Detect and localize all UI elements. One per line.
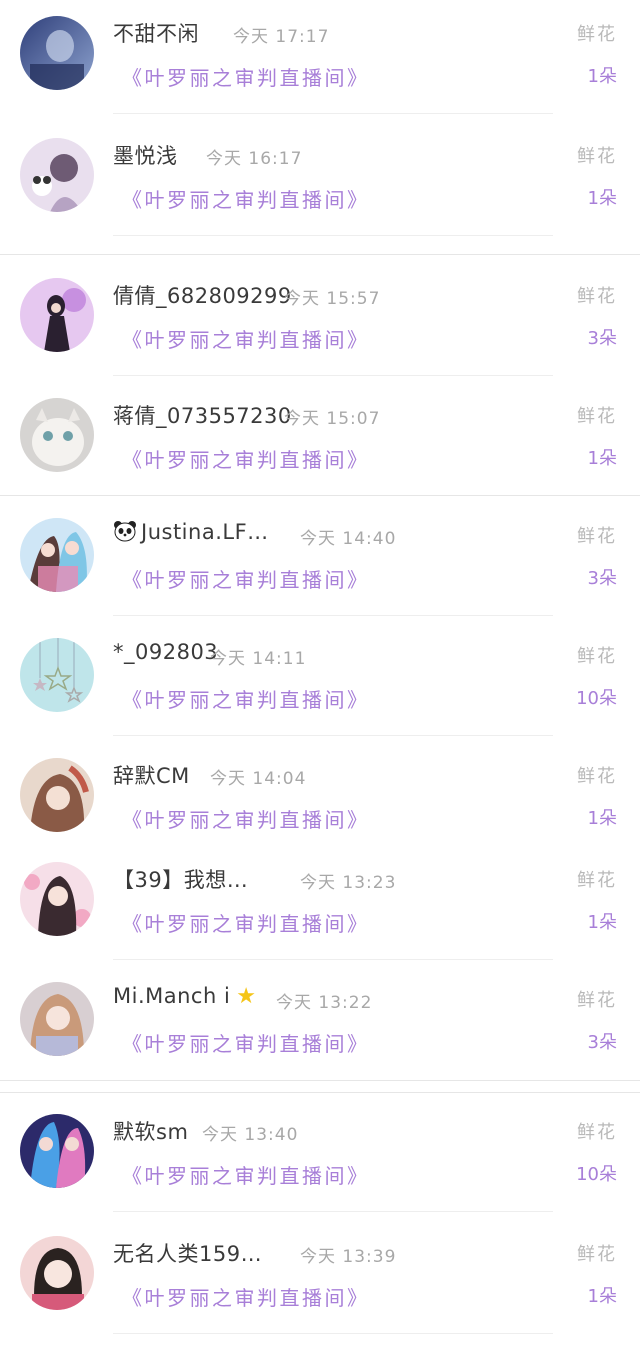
gift-count: 1朵 <box>587 912 617 933</box>
gift-count: 10朵 <box>576 1164 617 1185</box>
gift-count: 10朵 <box>576 688 617 709</box>
avatar[interactable] <box>20 638 94 712</box>
user-name-text: Justina.LF… <box>141 520 269 544</box>
avatar[interactable] <box>20 278 94 352</box>
gift-type-label: 鲜花 <box>577 766 617 787</box>
avatar[interactable] <box>20 862 94 936</box>
user-name[interactable]: 墨悦浅 <box>113 140 178 170</box>
user-name[interactable]: 倩倩_682809299 <box>113 280 292 310</box>
list-item[interactable]: 蒋倩_073557230 今天 15:07 《叶罗丽之审判直播间》 鲜花 1朵 <box>0 382 640 482</box>
live-room-name[interactable]: 《叶罗丽之审判直播间》 <box>122 62 370 91</box>
list-item[interactable]: 不甜不闲 今天 17:17 《叶罗丽之审判直播间》 鲜花 1朵 <box>0 0 640 114</box>
gift-count: 1朵 <box>587 1286 617 1307</box>
list-item[interactable]: 倩倩_682809299 今天 15:57 《叶罗丽之审判直播间》 鲜花 3朵 <box>0 262 640 376</box>
row-divider <box>113 375 553 376</box>
list-item[interactable]: *_092803 今天 14:11 《叶罗丽之审判直播间》 鲜花 10朵 <box>0 622 640 736</box>
row-divider <box>113 113 553 114</box>
user-name[interactable]: 蒋倩_073557230 <box>113 400 292 430</box>
gift-type-label: 鲜花 <box>577 1244 617 1265</box>
list-item[interactable]: Mi.Manch i ★ 今天 13:22 《叶罗丽之审判直播间》 鲜花 3朵 <box>0 966 640 1066</box>
send-time: 今天 15:07 <box>284 409 381 429</box>
row-divider <box>113 959 553 960</box>
row-divider <box>113 235 553 236</box>
gift-type-label: 鲜花 <box>577 286 617 307</box>
section-divider <box>0 495 640 496</box>
gift-type-label: 鲜花 <box>577 146 617 167</box>
avatar[interactable] <box>20 138 94 212</box>
send-time: 今天 15:57 <box>284 289 381 309</box>
avatar[interactable] <box>20 1114 94 1188</box>
live-room-name[interactable]: 《叶罗丽之审判直播间》 <box>122 444 370 473</box>
live-room-name[interactable]: 《叶罗丽之审判直播间》 <box>122 684 370 713</box>
send-time: 今天 13:39 <box>300 1247 397 1267</box>
user-name-text: Mi.Manch i <box>113 984 231 1008</box>
avatar[interactable] <box>20 1236 94 1310</box>
user-name[interactable]: *_092803 <box>113 640 218 664</box>
star-icon: ★ <box>236 984 257 1009</box>
gift-type-label: 鲜花 <box>577 870 617 891</box>
row-divider <box>113 615 553 616</box>
user-name[interactable]: 无名人类159… <box>113 1238 262 1268</box>
user-name[interactable]: 不甜不闲 <box>113 18 199 48</box>
send-time: 今天 13:40 <box>202 1125 299 1145</box>
send-time: 今天 14:04 <box>210 769 307 789</box>
gift-type-label: 鲜花 <box>577 990 617 1011</box>
live-room-name[interactable]: 《叶罗丽之审判直播间》 <box>122 564 370 593</box>
gift-count: 3朵 <box>587 328 617 349</box>
user-name[interactable]: Justina.LF… <box>113 520 269 544</box>
list-item[interactable]: Justina.LF… 今天 14:40 《叶罗丽之审判直播间》 鲜花 3朵 <box>0 502 640 616</box>
gift-type-label: 鲜花 <box>577 406 617 427</box>
list-item[interactable]: 【39】我想… 今天 13:23 《叶罗丽之审判直播间》 鲜花 1朵 <box>0 846 640 960</box>
send-time: 今天 16:17 <box>206 149 303 169</box>
row-divider <box>113 1211 553 1212</box>
section-divider <box>0 254 640 255</box>
user-name[interactable]: Mi.Manch i ★ <box>113 984 257 1009</box>
gift-type-label: 鲜花 <box>577 526 617 547</box>
avatar[interactable] <box>20 398 94 472</box>
list-item[interactable]: 墨悦浅 今天 16:17 《叶罗丽之审判直播间》 鲜花 1朵 <box>0 122 640 236</box>
gift-count: 3朵 <box>587 1032 617 1053</box>
panda-icon <box>114 521 136 542</box>
live-room-name[interactable]: 《叶罗丽之审判直播间》 <box>122 324 370 353</box>
live-room-name[interactable]: 《叶罗丽之审判直播间》 <box>122 184 370 213</box>
row-divider <box>113 735 553 736</box>
gift-count: 3朵 <box>587 568 617 589</box>
list-item[interactable]: 默软sm 今天 13:40 《叶罗丽之审判直播间》 鲜花 10朵 <box>0 1098 640 1212</box>
live-room-name[interactable]: 《叶罗丽之审判直播间》 <box>122 1160 370 1189</box>
user-name[interactable]: 【39】我想… <box>113 864 248 894</box>
avatar[interactable] <box>20 758 94 832</box>
send-time: 今天 13:22 <box>276 993 373 1013</box>
section-divider <box>0 1080 640 1081</box>
avatar[interactable] <box>20 518 94 592</box>
user-name[interactable]: 辞默CM <box>113 760 190 790</box>
send-time: 今天 14:40 <box>300 529 397 549</box>
list-item[interactable]: 无名人类159… 今天 13:39 《叶罗丽之审判直播间》 鲜花 1朵 <box>0 1220 640 1334</box>
send-time: 今天 17:17 <box>233 27 330 47</box>
gift-type-label: 鲜花 <box>577 24 617 45</box>
avatar[interactable] <box>20 16 94 90</box>
live-room-name[interactable]: 《叶罗丽之审判直播间》 <box>122 908 370 937</box>
gift-count: 1朵 <box>587 188 617 209</box>
gift-count: 1朵 <box>587 66 617 87</box>
send-time: 今天 13:23 <box>300 873 397 893</box>
gift-count: 1朵 <box>587 448 617 469</box>
gift-count: 1朵 <box>587 808 617 829</box>
live-room-name[interactable]: 《叶罗丽之审判直播间》 <box>122 1282 370 1311</box>
gift-record-list: 不甜不闲 今天 17:17 《叶罗丽之审判直播间》 鲜花 1朵 墨悦浅 今天 1… <box>0 0 640 1345</box>
live-room-name[interactable]: 《叶罗丽之审判直播间》 <box>122 1028 370 1057</box>
send-time: 今天 14:11 <box>210 649 307 669</box>
gift-type-label: 鲜花 <box>577 646 617 667</box>
section-divider <box>0 1092 640 1093</box>
avatar[interactable] <box>20 982 94 1056</box>
row-divider <box>113 1333 553 1334</box>
user-name[interactable]: 默软sm <box>113 1116 188 1146</box>
gift-type-label: 鲜花 <box>577 1122 617 1143</box>
list-item[interactable]: 辞默CM 今天 14:04 《叶罗丽之审判直播间》 鲜花 1朵 <box>0 742 640 842</box>
live-room-name[interactable]: 《叶罗丽之审判直播间》 <box>122 804 370 833</box>
